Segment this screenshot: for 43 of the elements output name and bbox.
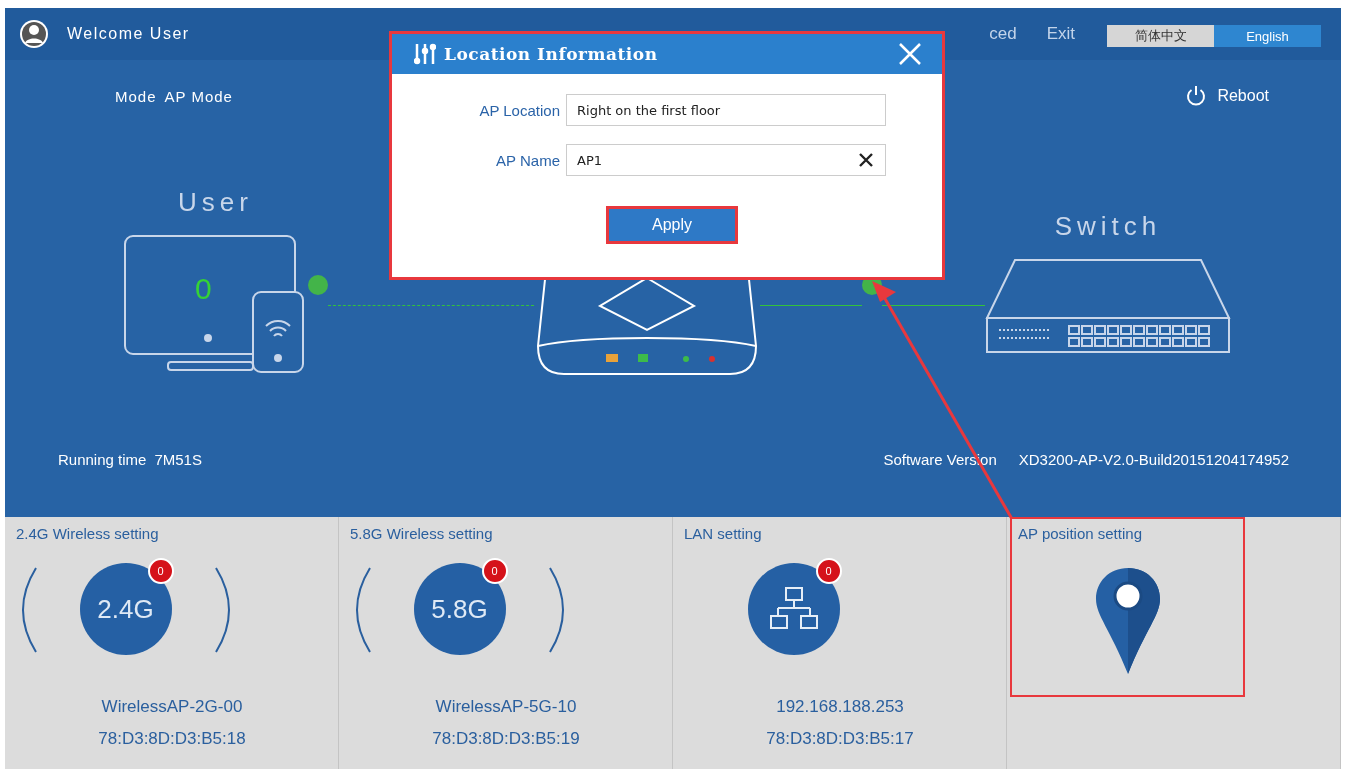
nav-link[interactable]: Exit [1046, 24, 1075, 44]
welcome-text: Welcome User [67, 25, 190, 43]
panel-info-text: WirelessAP-2G-00 [101, 697, 243, 717]
running-time-value: 7M51S [154, 451, 202, 468]
field-label: AP Location [478, 101, 560, 119]
panel-info-text: 192.168.188.253 [776, 697, 904, 717]
panel-info-text: 78:D3:8D:D3:B5:19 [432, 729, 580, 749]
count-badge: 0 [147, 558, 174, 584]
language-button[interactable]: 简体中文 [1107, 25, 1214, 47]
running-time-label: Running time [58, 451, 147, 468]
setting-panel[interactable]: AP position setting [1007, 517, 1341, 769]
panel-info-text: 78:D3:8D:D3:B5:18 [98, 729, 246, 749]
panel-title: AP position setting [1018, 525, 1142, 542]
switch-title: Switch [1054, 211, 1162, 242]
text-field[interactable]: Right on the first floor [566, 94, 886, 126]
user-title: User [178, 187, 253, 218]
language-button[interactable]: English [1214, 25, 1321, 47]
panel-title: 5.8G Wireless setting [350, 525, 493, 542]
user-avatar-icon [19, 19, 49, 49]
dialog-title: Location Information [444, 44, 658, 64]
software-version-value: XD3200-AP-V2.0-Build20151204174952 [1018, 451, 1289, 468]
mode-value: AP Mode [164, 87, 233, 105]
text-field[interactable]: AP1 [566, 144, 886, 176]
panel-info-text: 78:D3:8D:D3:B5:17 [766, 729, 914, 749]
apply-button[interactable]: Apply [606, 206, 738, 244]
sliders-icon [414, 43, 436, 65]
reboot-button[interactable]: Reboot [1179, 84, 1275, 108]
mode-label: Mode [115, 87, 157, 105]
count-badge: 0 [481, 558, 508, 584]
panel-info-text: WirelessAP-5G-10 [435, 697, 577, 717]
count-badge: 0 [815, 558, 842, 584]
close-button[interactable] [898, 42, 922, 66]
panel-title: 2.4G Wireless setting [16, 525, 159, 542]
setting-panel[interactable]: 2.4G Wireless setting 2.4G 0 WirelessAP-2G-00 78:D3:8D:D3:B5:18 [5, 517, 339, 769]
status-dot-icon [308, 274, 328, 295]
clear-button[interactable] [858, 152, 874, 168]
setting-panel[interactable]: 5.8G Wireless setting 5.8G 0 WirelessAP-5G-10 78:D3:8D:D3:B5:19 [339, 517, 673, 769]
setting-panel[interactable]: LAN setting 0 192.168.188.253 78:D3:8D:D3:B5:17 [673, 517, 1007, 769]
power-icon [1185, 85, 1208, 107]
user-count: 0 [195, 272, 212, 306]
nav-link[interactable]: ced [989, 24, 1017, 44]
field-label: AP Name [495, 151, 560, 169]
panel-title: LAN setting [684, 525, 762, 542]
